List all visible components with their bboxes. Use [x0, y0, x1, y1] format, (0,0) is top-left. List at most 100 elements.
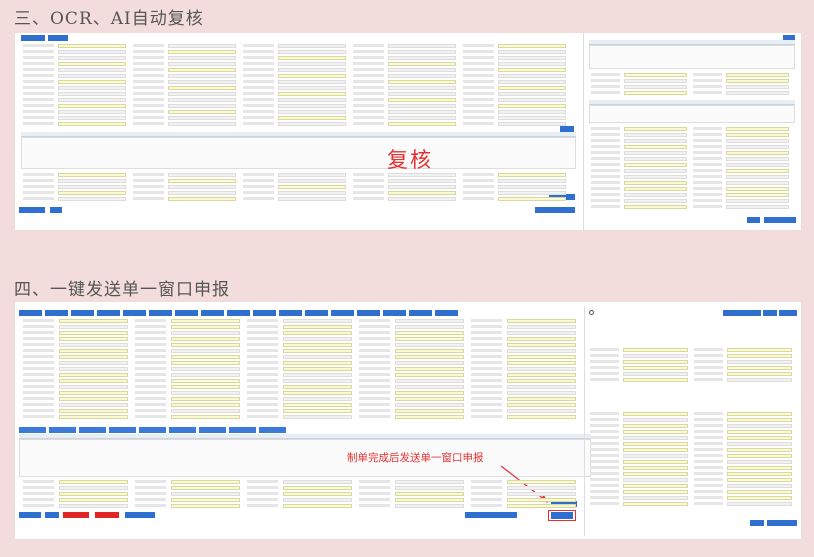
form-field[interactable]: [58, 390, 129, 395]
form-field[interactable]: [394, 360, 465, 365]
form-field[interactable]: [168, 49, 237, 54]
form-field[interactable]: [623, 90, 687, 95]
form-field[interactable]: [725, 78, 789, 83]
form-field[interactable]: [58, 103, 127, 108]
form-field[interactable]: [623, 144, 687, 149]
form-field[interactable]: [168, 190, 237, 195]
form-field[interactable]: [168, 43, 237, 48]
form-field[interactable]: [278, 67, 347, 72]
form-field[interactable]: [282, 366, 353, 371]
form-field[interactable]: [394, 378, 465, 383]
form-field[interactable]: [623, 359, 688, 364]
toolbar-button[interactable]: [305, 310, 328, 316]
form-field[interactable]: [278, 85, 347, 90]
goods-tab[interactable]: [109, 427, 136, 433]
form-field[interactable]: [58, 408, 129, 413]
form-field[interactable]: [725, 192, 789, 197]
form-field[interactable]: [282, 396, 353, 401]
form-field[interactable]: [506, 378, 577, 383]
form-field[interactable]: [168, 67, 237, 72]
form-field[interactable]: [506, 360, 577, 365]
toolbar-button[interactable]: [175, 310, 198, 316]
goods-tab[interactable]: [139, 427, 166, 433]
goods-tab[interactable]: [79, 427, 106, 433]
form-field[interactable]: [727, 423, 792, 428]
form-field[interactable]: [506, 348, 577, 353]
form-field[interactable]: [170, 479, 241, 484]
form-field[interactable]: [498, 103, 567, 108]
form-field[interactable]: [58, 121, 127, 126]
form-field[interactable]: [58, 396, 129, 401]
form-field[interactable]: [58, 354, 129, 359]
form-field[interactable]: [394, 366, 465, 371]
form-field[interactable]: [170, 491, 241, 496]
form-field[interactable]: [506, 354, 577, 359]
form-field[interactable]: [725, 132, 789, 137]
form-field[interactable]: [727, 471, 792, 476]
form-field[interactable]: [170, 360, 241, 365]
form-field[interactable]: [170, 354, 241, 359]
form-field[interactable]: [725, 198, 789, 203]
toolbar-button[interactable]: [19, 310, 42, 316]
form-field[interactable]: [623, 174, 687, 179]
form-field[interactable]: [725, 168, 789, 173]
form-field[interactable]: [394, 408, 465, 413]
form-field[interactable]: [727, 441, 792, 446]
form-field[interactable]: [623, 132, 687, 137]
form-field[interactable]: [170, 348, 241, 353]
toolbar-button[interactable]: [253, 310, 276, 316]
form-field[interactable]: [394, 491, 465, 496]
form-field[interactable]: [623, 365, 688, 370]
form-field[interactable]: [282, 354, 353, 359]
form-field[interactable]: [394, 479, 465, 484]
form-field[interactable]: [168, 97, 237, 102]
form-field[interactable]: [388, 97, 457, 102]
form-field[interactable]: [58, 324, 129, 329]
form-field[interactable]: [168, 196, 237, 201]
form-field[interactable]: [388, 121, 457, 126]
form-field[interactable]: [278, 55, 347, 60]
goods-tab[interactable]: [49, 427, 76, 433]
form-field[interactable]: [727, 453, 792, 458]
form-field[interactable]: [394, 318, 465, 323]
toolbar-button[interactable]: [357, 310, 380, 316]
form-field[interactable]: [498, 178, 567, 183]
form-field[interactable]: [498, 49, 567, 54]
form-field[interactable]: [278, 172, 347, 177]
goods-tab[interactable]: [19, 427, 46, 433]
form-field[interactable]: [506, 366, 577, 371]
form-field[interactable]: [394, 396, 465, 401]
form-field[interactable]: [727, 483, 792, 488]
form-field[interactable]: [623, 477, 688, 482]
form-field[interactable]: [58, 184, 127, 189]
form-field[interactable]: [282, 342, 353, 347]
form-field[interactable]: [394, 384, 465, 389]
form-field[interactable]: [58, 109, 127, 114]
form-field[interactable]: [506, 497, 577, 502]
form-field[interactable]: [58, 61, 127, 66]
form-field[interactable]: [506, 342, 577, 347]
goods-tab[interactable]: [199, 427, 226, 433]
form-field[interactable]: [58, 79, 127, 84]
form-field[interactable]: [170, 497, 241, 502]
form-field[interactable]: [725, 144, 789, 149]
form-field[interactable]: [58, 172, 127, 177]
form-field[interactable]: [498, 190, 567, 195]
form-field[interactable]: [623, 465, 688, 470]
form-field[interactable]: [58, 336, 129, 341]
goods-tab[interactable]: [169, 427, 196, 433]
form-field[interactable]: [727, 347, 792, 352]
form-field[interactable]: [388, 115, 457, 120]
form-field[interactable]: [498, 196, 567, 201]
form-field[interactable]: [506, 390, 577, 395]
form-field[interactable]: [623, 138, 687, 143]
toolbar-button[interactable]: [227, 310, 250, 316]
form-field[interactable]: [506, 402, 577, 407]
form-field[interactable]: [394, 503, 465, 508]
form-field[interactable]: [394, 342, 465, 347]
form-field[interactable]: [725, 156, 789, 161]
form-field[interactable]: [506, 479, 577, 484]
form-field[interactable]: [623, 347, 688, 352]
form-field[interactable]: [498, 55, 567, 60]
form-field[interactable]: [506, 336, 577, 341]
